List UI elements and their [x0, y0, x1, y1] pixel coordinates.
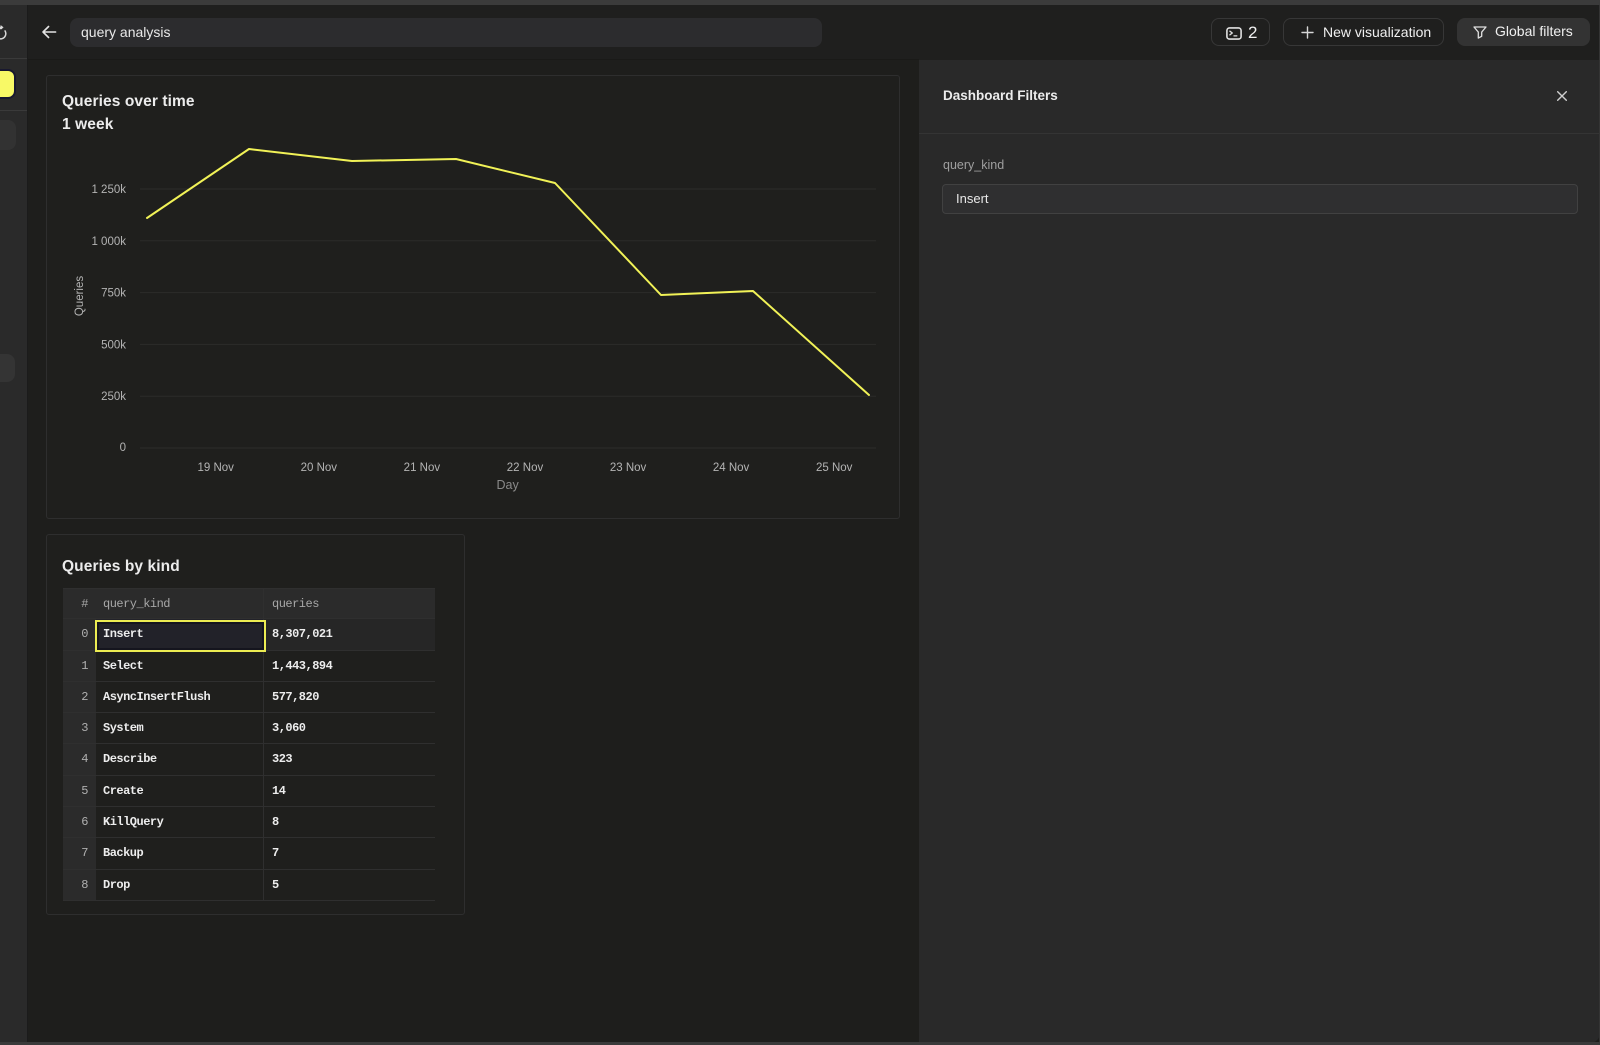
svg-text:22 Nov: 22 Nov — [507, 462, 544, 474]
svg-text:Day: Day — [496, 478, 519, 492]
svg-text:0: 0 — [120, 442, 126, 454]
svg-text:25 Nov: 25 Nov — [816, 462, 853, 474]
svg-text:1 250k: 1 250k — [91, 184, 126, 196]
svg-text:1 000k: 1 000k — [91, 236, 126, 248]
svg-text:500k: 500k — [101, 339, 126, 351]
svg-text:21 Nov: 21 Nov — [404, 462, 441, 474]
svg-text:23 Nov: 23 Nov — [610, 462, 647, 474]
svg-text:20 Nov: 20 Nov — [301, 462, 338, 474]
svg-text:750k: 750k — [101, 288, 126, 300]
svg-text:24 Nov: 24 Nov — [713, 462, 750, 474]
svg-text:Queries: Queries — [74, 276, 86, 317]
svg-text:250k: 250k — [101, 391, 126, 403]
svg-text:19 Nov: 19 Nov — [197, 462, 234, 474]
